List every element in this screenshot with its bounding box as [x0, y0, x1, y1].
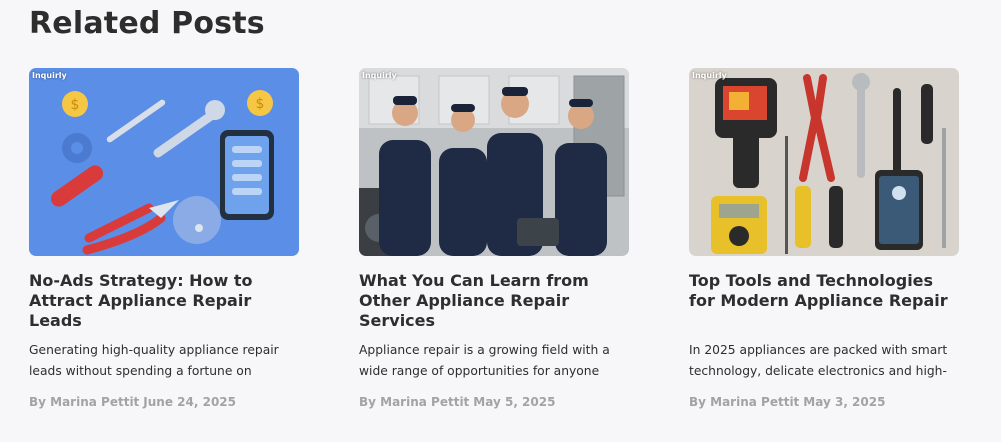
post-author: By Marina Pettit: [689, 395, 800, 409]
post-meta: By Marina Pettit May 3, 2025: [689, 395, 959, 409]
brand-logo: Inquirly: [362, 71, 397, 80]
tools-illustration-icon: $ $: [29, 68, 299, 256]
post-title-link[interactable]: No-Ads Strategy: How to Attract Applianc…: [29, 271, 299, 331]
post-thumbnail-link[interactable]: Inquirly: [359, 68, 629, 256]
post-thumbnail-link[interactable]: $ $ Inquirly: [29, 68, 299, 256]
post-card: Inquirly Top Tools and Technologies for …: [689, 68, 959, 409]
post-author: By Marina Pettit: [29, 395, 140, 409]
post-thumbnail-link[interactable]: Inquirly: [689, 68, 959, 256]
post-meta: By Marina Pettit May 5, 2025: [359, 395, 629, 409]
post-title-link[interactable]: What You Can Learn from Other Appliance …: [359, 271, 629, 331]
post-card: $ $ Inquirly No-Ads Strategy: How to Att…: [29, 68, 299, 409]
post-date: May 3, 2025: [803, 395, 886, 409]
post-card: Inquirly What You Can Learn from Other A…: [359, 68, 629, 409]
post-title-link[interactable]: Top Tools and Technologies for Modern Ap…: [689, 271, 959, 311]
post-excerpt: Generating high-quality appliance repair…: [29, 343, 279, 378]
related-posts-list: $ $ Inquirly No-Ads Strategy: How to Att…: [29, 68, 969, 428]
post-meta: By Marina Pettit June 24, 2025: [29, 395, 299, 409]
tools-flatlay-photo-icon: [689, 68, 959, 256]
svg-text:$: $: [256, 96, 265, 112]
post-date: June 24, 2025: [143, 395, 236, 409]
brand-logo: Inquirly: [32, 71, 67, 80]
brand-logo: Inquirly: [692, 71, 727, 80]
post-date: May 5, 2025: [473, 395, 556, 409]
svg-text:$: $: [71, 97, 80, 113]
section-title: Related Posts: [29, 6, 265, 41]
post-excerpt: In 2025 appliances are packed with smart…: [689, 343, 948, 378]
post-author: By Marina Pettit: [359, 395, 470, 409]
technicians-photo-icon: [359, 68, 629, 256]
post-excerpt: Appliance repair is a growing field with…: [359, 343, 610, 378]
